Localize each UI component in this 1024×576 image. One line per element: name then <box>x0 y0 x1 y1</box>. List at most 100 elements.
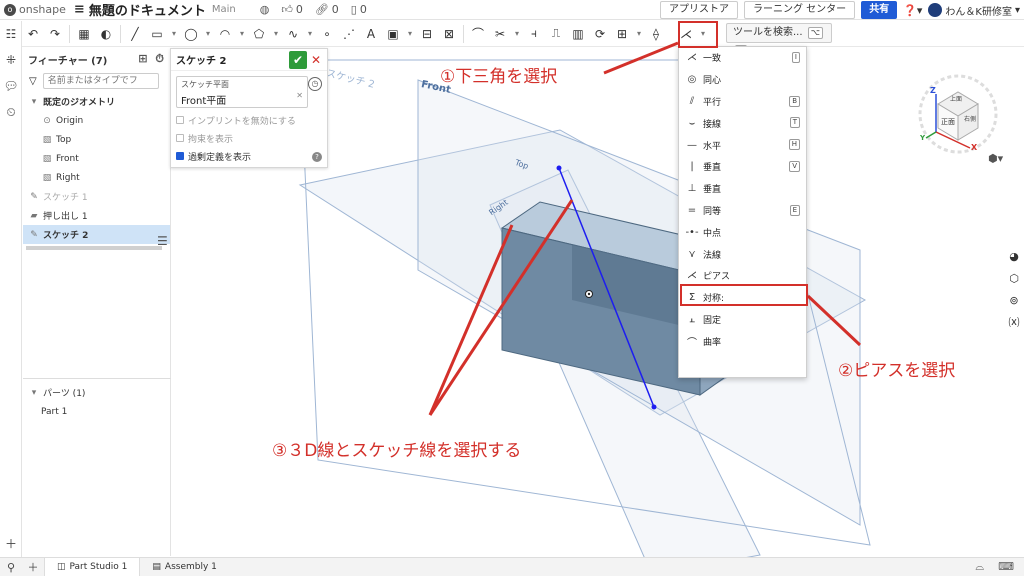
disable-imprint-option[interactable]: インプリントを無効にする <box>171 111 327 129</box>
user-menu[interactable]: わん＆K研修室 ▾ <box>928 3 1020 18</box>
tree-item-default-geometry[interactable]: ▾ 既定のジオメトリ <box>23 92 170 111</box>
view-normal-icon[interactable]: ◷ <box>308 77 322 91</box>
hamburger-menu-icon[interactable]: ≡ <box>74 2 85 17</box>
units-icon[interactable]: ⌓ <box>975 560 984 574</box>
tree-item-sketch2[interactable]: ✎ スケッチ 2 <box>23 225 170 244</box>
section-view-icon[interactable]: ⬡ <box>1004 267 1024 289</box>
globe-icon[interactable]: ◍ <box>260 3 270 16</box>
sketch-grid-icon[interactable]: ▦ <box>73 23 95 45</box>
line-tool-icon[interactable]: ╱ <box>124 23 146 45</box>
dimension-tool-icon[interactable]: ⟠ <box>645 23 667 45</box>
point-tool-icon[interactable]: ∘ <box>316 23 338 45</box>
rectangle-tool-icon[interactable]: ▭ <box>146 23 168 45</box>
help-icon[interactable]: ? <box>312 152 322 162</box>
menu-item-parallel[interactable]: ⫽ 平行 B <box>679 91 806 113</box>
part-item[interactable]: Part 1 <box>23 402 171 421</box>
menu-item-vertical[interactable]: | 垂直 V <box>679 156 806 178</box>
branch-name[interactable]: Main <box>212 4 236 15</box>
menu-item-perpendicular[interactable]: ⊥ 垂直 <box>679 178 806 200</box>
circle-tool-icon[interactable]: ◯ <box>180 23 202 45</box>
menu-item-concentric[interactable]: ◎ 同心 <box>679 69 806 91</box>
menu-item-coincident[interactable]: ⋌ 一致 I <box>679 47 806 69</box>
fillet-tool-icon[interactable]: ⌒ <box>467 23 489 45</box>
polygon-tool-icon[interactable]: ⬠ <box>248 23 270 45</box>
app-store-button[interactable]: アプリストア <box>660 1 738 19</box>
feature-list-icon[interactable]: ☷ <box>0 21 22 47</box>
checkbox[interactable] <box>176 116 184 124</box>
comments-icon[interactable]: 💬︎ <box>0 73 22 99</box>
clear-icon[interactable]: ✕ <box>296 91 303 100</box>
chevron-down-icon[interactable]: ▾ <box>168 23 180 45</box>
select-icon[interactable]: ◐ <box>95 23 117 45</box>
links-button[interactable]: 🔗︎ 0 <box>315 3 339 16</box>
onshape-logo[interactable]: o onshape <box>0 3 66 16</box>
filter-icon[interactable]: ▽ <box>29 76 37 87</box>
text-tool-icon[interactable]: A <box>360 23 382 45</box>
checkbox[interactable] <box>176 134 184 142</box>
tree-item-origin[interactable]: ⊙ Origin <box>23 111 170 130</box>
mass-properties-icon[interactable]: ⊚ <box>1004 289 1024 311</box>
checkbox-checked[interactable] <box>176 152 184 160</box>
mirror-tool-icon[interactable]: ⎍ <box>545 23 567 45</box>
menu-item-normal[interactable]: ⋎ 法線 <box>679 243 806 265</box>
tree-item-extrude1[interactable]: ▰ 押し出し 1 <box>23 206 170 225</box>
tree-item-sketch1[interactable]: ✎ スケッチ 1 <box>23 187 170 206</box>
learning-center-button[interactable]: ラーニング センター <box>744 1 856 19</box>
chevron-down-icon[interactable]: ▾ <box>304 23 316 45</box>
appearance-icon[interactable]: ◕ <box>1004 245 1024 267</box>
tab-assembly[interactable]: ▤ Assembly 1 <box>140 558 228 576</box>
chevron-down-icon[interactable]: ▾ <box>236 23 248 45</box>
menu-item-midpoint[interactable]: -•- 中点 <box>679 221 806 243</box>
rollback-timer-icon[interactable]: ⏱ <box>155 52 164 66</box>
variables-icon[interactable]: ⁜ <box>0 47 22 73</box>
add-tab-icon[interactable]: ＋ <box>0 530 22 556</box>
spline-tool-icon[interactable]: ∿ <box>282 23 304 45</box>
tree-item-top[interactable]: ▧ Top <box>23 130 170 149</box>
chevron-down-icon[interactable]: ▾ <box>511 23 523 45</box>
view-options-icon[interactable]: ⬢▾ <box>988 152 1003 165</box>
offset-tool-icon[interactable]: ⫞ <box>523 23 545 45</box>
menu-item-equal[interactable]: = 同等 E <box>679 200 806 222</box>
menu-item-fix[interactable]: ⫠ 固定 <box>679 309 806 331</box>
help-icon[interactable]: ❓▾ <box>903 4 922 17</box>
chevron-down-icon[interactable]: ▾ <box>202 23 214 45</box>
search-icon[interactable]: ⚲ <box>0 561 22 574</box>
like-button[interactable]: 👍︎ 0 <box>281 3 303 16</box>
pattern-tool-icon[interactable]: ▥ <box>567 23 589 45</box>
parts-header[interactable]: ▾ パーツ (1) <box>23 383 171 402</box>
chevron-down-icon[interactable]: ▾ <box>270 23 282 45</box>
image-tool-icon[interactable]: ▣ <box>382 23 404 45</box>
circular-pattern-icon[interactable]: ⟳ <box>589 23 611 45</box>
tab-part-studio[interactable]: ◫ Part Studio 1 <box>44 557 141 576</box>
undo-icon[interactable]: ↶ <box>22 23 44 45</box>
chevron-down-icon[interactable]: ▾ <box>633 23 645 45</box>
menu-item-horizontal[interactable]: — 水平 H <box>679 134 806 156</box>
sketch-plane-field[interactable]: スケッチ平面 Front平面 ✕ <box>176 76 308 108</box>
tree-item-right[interactable]: ▧ Right <box>23 168 170 187</box>
construction-icon[interactable]: ⋰ <box>338 23 360 45</box>
add-tab-icon[interactable]: ＋ <box>22 559 44 575</box>
accept-button[interactable]: ✔ <box>289 51 307 69</box>
redo-icon[interactable]: ↷ <box>44 23 66 45</box>
add-folder-icon[interactable]: ⊞ <box>138 52 147 66</box>
rollback-bar[interactable] <box>26 246 162 250</box>
show-constraints-option[interactable]: 拘束を表示 <box>171 129 327 147</box>
dxf-tool-icon[interactable]: ⊠ <box>438 23 460 45</box>
chevron-down-icon[interactable]: ▾ <box>404 23 416 45</box>
use-tool-icon[interactable]: ⊟ <box>416 23 438 45</box>
list-toggle-icon[interactable]: ☰ <box>157 234 168 248</box>
trim-tool-icon[interactable]: ✂ <box>489 23 511 45</box>
tree-item-front[interactable]: ▧ Front <box>23 149 170 168</box>
menu-item-curvature[interactable]: ⌒ 曲率 <box>679 330 806 352</box>
keyboard-icon[interactable]: ⌨ <box>998 560 1014 574</box>
menu-item-tangent[interactable]: ⌣ 接線 T <box>679 112 806 134</box>
document-title[interactable]: 無題のドキュメント <box>89 0 206 19</box>
view-cube[interactable]: 上面 正面 右側 Z X Y ⬢▾ <box>908 64 1020 176</box>
transform-tool-icon[interactable]: ⊞ <box>611 23 633 45</box>
copies-button[interactable]: ▯ 0 <box>351 3 367 16</box>
variables-panel-icon[interactable]: ⒳ <box>1004 311 1024 333</box>
share-button[interactable]: 共有 <box>861 1 898 19</box>
arc-tool-icon[interactable]: ◠ <box>214 23 236 45</box>
feature-filter-input[interactable] <box>42 73 159 89</box>
history-icon[interactable]: ⏲ <box>0 99 22 125</box>
